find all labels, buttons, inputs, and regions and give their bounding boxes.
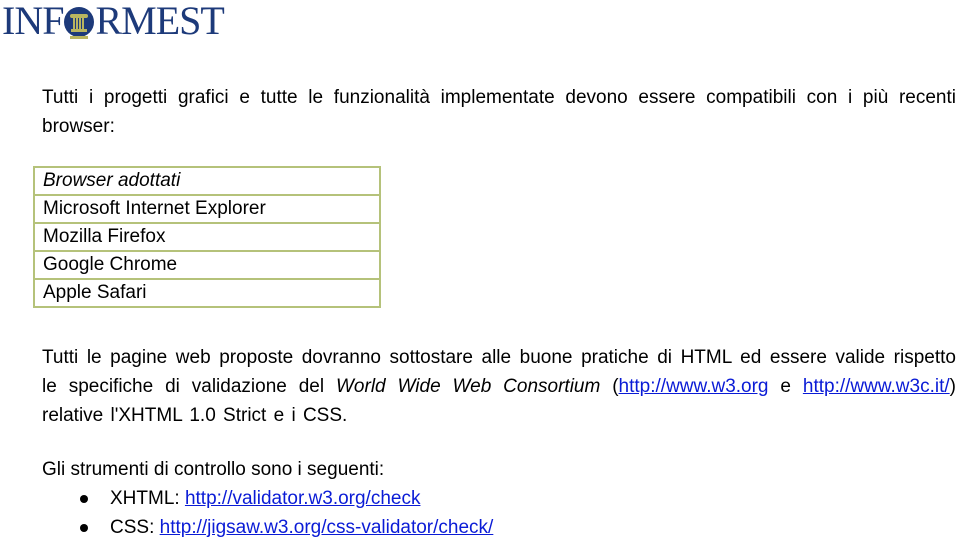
table-row: Apple Safari bbox=[33, 278, 381, 308]
table-cell: Mozilla Firefox bbox=[33, 222, 381, 252]
bullet-icon bbox=[80, 495, 88, 503]
tools-list: XHTML: http://validator.w3.org/check CSS… bbox=[80, 484, 493, 542]
validation-paragraph: Tutti le pagine web proposte dovranno so… bbox=[42, 343, 956, 430]
table-cell: Google Chrome bbox=[33, 250, 381, 280]
logo-text-end: RMEST bbox=[95, 0, 224, 43]
table-header-cell: Browser adottati bbox=[33, 166, 381, 196]
logo-text-start: INF bbox=[2, 0, 64, 43]
css-validator-link[interactable]: http://jigsaw.w3.org/css-validator/check… bbox=[160, 517, 494, 538]
informest-logo: INF RMEST bbox=[2, 0, 225, 43]
list-item: CSS: http://jigsaw.w3.org/css-validator/… bbox=[80, 513, 493, 542]
table-row: Google Chrome bbox=[33, 250, 381, 280]
tool-label: CSS: bbox=[110, 517, 160, 538]
table-row: Microsoft Internet Explorer bbox=[33, 194, 381, 224]
table-cell: Microsoft Internet Explorer bbox=[33, 194, 381, 224]
table-header-row: Browser adottati bbox=[33, 166, 381, 196]
table-row: Mozilla Firefox bbox=[33, 222, 381, 252]
validation-text-3: e bbox=[768, 376, 803, 397]
tool-label: XHTML: bbox=[110, 488, 185, 509]
intro-paragraph: Tutti i progetti grafici e tutte le funz… bbox=[42, 87, 956, 137]
tools-heading: Gli strumenti di controllo sono i seguen… bbox=[42, 459, 385, 480]
table-cell: Apple Safari bbox=[33, 278, 381, 308]
w3c-org-name: World Wide Web Consortium bbox=[336, 376, 601, 397]
validation-text-2: ( bbox=[600, 376, 619, 397]
bullet-icon bbox=[80, 524, 88, 532]
w3-org-link[interactable]: http://www.w3.org bbox=[619, 376, 769, 397]
w3c-it-link[interactable]: http://www.w3c.it/ bbox=[803, 376, 950, 397]
xhtml-validator-link[interactable]: http://validator.w3.org/check bbox=[185, 488, 421, 509]
logo-underline bbox=[70, 36, 88, 39]
column-icon bbox=[64, 7, 95, 37]
browser-table: Browser adottati Microsoft Internet Expl… bbox=[33, 166, 381, 308]
list-item: XHTML: http://validator.w3.org/check bbox=[80, 484, 493, 513]
